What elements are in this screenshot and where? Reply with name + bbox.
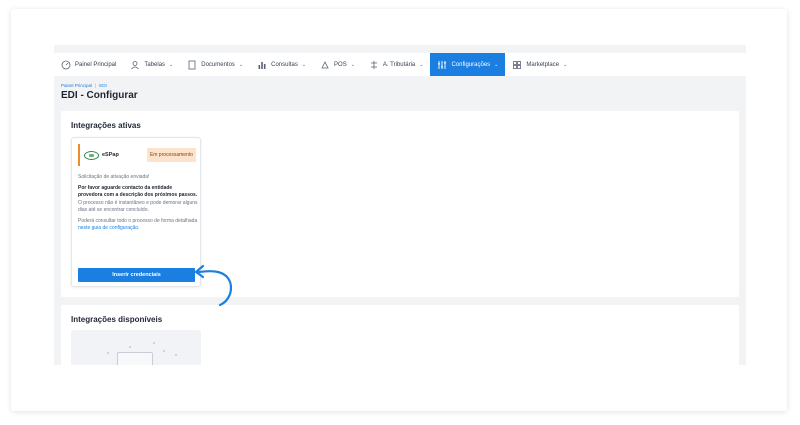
active-integrations-panel: Integrações ativas eSPap Em processament… (61, 111, 739, 297)
chevron-down-icon: ⌄ (238, 61, 244, 68)
tax-icon (369, 60, 379, 70)
configuration-guide-link[interactable]: neste guia de configuração (78, 225, 138, 231)
nav-item-pos[interactable]: POS ⌄ (313, 53, 362, 76)
nav-label: Marketplace (526, 61, 560, 68)
nav-item-a-tributaria[interactable]: A. Tributária ⌄ (362, 53, 431, 76)
nav-item-documentos[interactable]: Documentos ⌄ (180, 53, 250, 76)
decorative-dot (163, 350, 165, 352)
available-integration-card[interactable] (71, 330, 201, 365)
chevron-down-icon: ⌄ (419, 61, 424, 68)
card-body: Solicitação de ativação enviada! Por fav… (78, 174, 198, 236)
status-badge: Em processamento (146, 148, 196, 162)
guide-prefix: Poderá consultar todo o processo de form… (78, 218, 198, 225)
nav-item-painel-principal[interactable]: Painel Principal (54, 53, 123, 76)
nav-label: Documentos (201, 61, 235, 68)
decorative-dot (107, 352, 109, 354)
decorative-dot (153, 342, 155, 344)
nav-label: Painel Principal (75, 61, 117, 68)
dashboard-icon (61, 60, 71, 70)
nav-label: Tabelas (144, 61, 166, 68)
decorative-dot (175, 354, 177, 356)
wait-contact-text: Por favor aguarde contacto da entidade p… (78, 185, 198, 199)
app-window: Painel Principal Tabelas ⌄ Documentos ⌄ … (54, 45, 746, 365)
nav-item-consultas[interactable]: Consultas ⌄ (250, 53, 313, 76)
espap-logo: eSPap (84, 150, 119, 160)
espap-logo-icon (84, 150, 99, 160)
pos-icon (320, 60, 330, 70)
breadcrumb: Painel Principal | EDI (61, 83, 107, 88)
process-duration-text: O processo não é instantâneo e pode demo… (78, 199, 198, 213)
bar-chart-icon (257, 60, 267, 70)
curved-arrow-icon (194, 264, 233, 307)
nav-item-marketplace[interactable]: Marketplace ⌄ (505, 53, 574, 76)
integration-card-espap: eSPap Em processamento Solicitação de at… (71, 137, 201, 287)
nav-label: Consultas (271, 61, 298, 68)
breadcrumb-current[interactable]: EDI (99, 83, 107, 88)
users-icon (130, 60, 140, 70)
guide-suffix: . (138, 225, 140, 232)
card-header: eSPap Em processamento (78, 144, 196, 166)
nav-label: Configurações (451, 61, 491, 68)
activation-sent-text: Solicitação de ativação enviada! (78, 174, 150, 180)
chevron-down-icon: ⌄ (494, 61, 499, 68)
decorative-dot (129, 346, 131, 348)
breadcrumb-separator: | (95, 83, 97, 88)
chevron-down-icon: ⌄ (350, 61, 355, 68)
nav-label: POS (334, 61, 347, 68)
chevron-down-icon: ⌄ (563, 61, 568, 68)
insert-credentials-button[interactable]: Inserir credenciais (78, 268, 195, 282)
marketplace-icon (512, 60, 522, 70)
settings-icon (437, 60, 447, 70)
available-integrations-panel: Integrações disponíveis (61, 305, 739, 365)
active-integrations-title: Integrações ativas (71, 121, 141, 130)
chevron-down-icon: ⌄ (301, 61, 307, 68)
available-integrations-title: Integrações disponíveis (71, 315, 163, 324)
top-navbar: Painel Principal Tabelas ⌄ Documentos ⌄ … (54, 53, 746, 76)
guide-text: Poderá consultar todo o processo de form… (78, 218, 198, 232)
chevron-down-icon: ⌄ (169, 61, 174, 68)
document-icon (187, 60, 197, 70)
placeholder-illustration (117, 352, 153, 365)
breadcrumb-root-link[interactable]: Painel Principal (61, 83, 92, 88)
page-title: EDI - Configurar (61, 90, 138, 101)
logo-text: eSPap (102, 152, 119, 158)
nav-label: A. Tributária (382, 61, 416, 68)
nav-item-configuracoes[interactable]: Configurações ⌄ (430, 53, 506, 76)
nav-item-tabelas[interactable]: Tabelas ⌄ (123, 53, 180, 76)
